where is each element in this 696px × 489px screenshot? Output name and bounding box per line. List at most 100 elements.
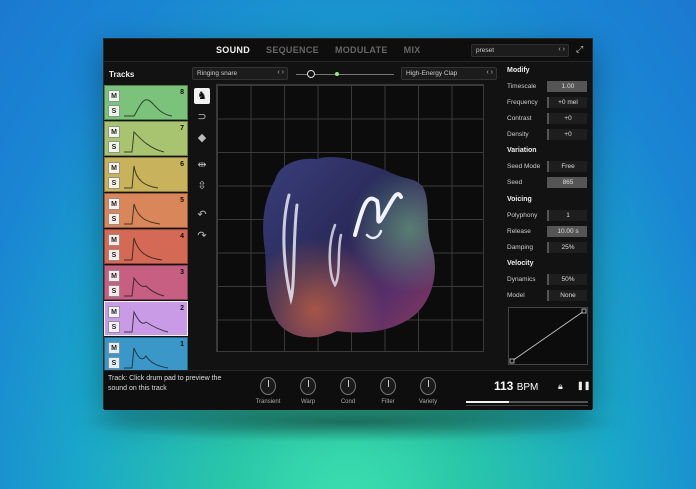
track-number: 7 [180,125,184,132]
left-sound-select[interactable]: Ringing snare ‹ › [192,67,288,80]
track-number: 3 [180,269,184,276]
param-value[interactable]: Free [547,161,587,172]
knob-filter[interactable] [380,377,396,395]
solo-button[interactable]: S [108,357,120,369]
tab-sound[interactable]: SOUND [216,45,250,55]
morph-slider-handle[interactable] [306,70,315,78]
mute-button[interactable]: M [108,306,120,318]
tab-sequence[interactable]: SEQUENCE [266,45,319,55]
hint-text: Track: Click drum pad to preview the sou… [108,375,222,392]
track-row[interactable]: MS 4 [104,229,188,264]
sound-canvas[interactable] [216,84,484,352]
track-waveform [124,130,165,153]
solo-button[interactable]: S [108,141,120,153]
knob-label: Variety [418,399,438,405]
right-sound-select[interactable]: High-Energy Clap ‹ › [401,67,497,80]
knob-label: Cond [340,399,356,405]
main-nav: SOUND SEQUENCE MODULATE MIX [216,45,421,55]
solo-button[interactable]: S [108,177,120,189]
brush-icon[interactable]: ♞ [194,88,210,104]
tab-modulate[interactable]: MODULATE [335,45,388,55]
section-voicing: Voicing [507,196,532,203]
param-label: Timescale [507,83,537,90]
preset-label: preset [476,47,495,54]
param-value[interactable]: 1 [547,210,587,221]
param-value[interactable]: 10.00 s [547,226,587,237]
param-value[interactable]: 25% [547,242,587,253]
param-label: Model [507,292,525,299]
track-row[interactable]: MS 3 [104,265,188,300]
param-label: Release [507,228,531,235]
param-value[interactable]: +0 [547,129,587,140]
track-waveform [124,165,159,189]
right-sound-label: High-Energy Clap [406,70,458,77]
param-label: Density [507,131,529,138]
knob-warp[interactable] [300,377,316,395]
track-row[interactable]: MS 2 [104,301,188,336]
track-row[interactable]: MS 8 [104,85,188,120]
param-value[interactable]: 50% [547,274,587,285]
preset-arrows-icon[interactable]: ‹ › [558,46,565,53]
mute-button[interactable]: M [108,90,120,102]
expand-icon[interactable]: ⤢ [576,44,583,55]
flip-vertical-icon[interactable]: ⇳ [194,178,210,194]
param-label: Damping [507,244,534,251]
section-variation: Variation [507,147,537,154]
left-sound-label: Ringing snare [197,70,238,77]
track-row[interactable]: MS 6 [104,157,188,192]
mute-button[interactable]: M [108,198,120,210]
sound-shape [263,157,435,338]
flip-horizontal-icon[interactable]: ⇹ [194,157,210,173]
pause-icon[interactable]: ❚❚ [577,381,590,390]
left-sound-arrows-icon[interactable]: ‹ › [277,69,284,76]
mute-button[interactable]: M [108,234,120,246]
param-label: Polyphony [507,212,538,219]
param-label: Seed [507,179,523,186]
track-waveform [124,310,169,333]
track-row[interactable]: MS 7 [104,121,188,156]
velocity-curve[interactable] [508,307,588,365]
playback-progress-fill [466,401,509,403]
track-waveform [124,276,165,297]
track-number: 6 [180,161,184,168]
solo-button[interactable]: S [108,249,120,261]
playback-progress-secondary [466,405,588,406]
param-value[interactable]: +0 [547,113,587,124]
app-window: SOUND SEQUENCE MODULATE MIX preset ‹ › ⤢… [103,38,593,410]
solo-button[interactable]: S [108,213,120,225]
param-value[interactable]: 865 [547,177,587,188]
knob-cond[interactable] [340,377,356,395]
knob-variety[interactable] [420,377,436,395]
param-value[interactable]: 1.00 [547,81,587,92]
knob-transient[interactable] [260,377,276,395]
track-waveform [124,347,169,369]
mute-button[interactable]: M [108,342,120,354]
track-number: 1 [180,341,184,348]
tab-mix[interactable]: MIX [404,45,421,55]
track-row[interactable]: MS 1 [104,337,188,372]
preset-selector[interactable]: preset ‹ › [471,44,569,57]
track-waveform [124,237,163,261]
lock-icon[interactable]: 🔒︎ [558,381,563,392]
magnet-icon[interactable]: ⊃ [194,109,210,125]
track-number: 5 [180,197,184,204]
velocity-curve-graph [509,308,587,364]
undo-icon[interactable]: ↶ [194,207,210,223]
solo-button[interactable]: S [108,285,120,297]
mute-button[interactable]: M [108,162,120,174]
track-number: 4 [180,233,184,240]
track-waveform [124,203,161,225]
track-row[interactable]: MS 5 [104,193,188,228]
tracks-title: Tracks [109,70,135,79]
right-sound-arrows-icon[interactable]: ‹ › [486,69,493,76]
solo-button[interactable]: S [108,321,120,333]
mute-button[interactable]: M [108,126,120,138]
param-value[interactable]: +0 mel [547,97,587,108]
mute-button[interactable]: M [108,270,120,282]
bpm-display[interactable]: 113 BPM [494,379,538,393]
solo-button[interactable]: S [108,105,120,117]
param-value[interactable]: None [547,290,587,301]
eraser-icon[interactable]: ◆ [194,130,210,146]
param-label: Contrast [507,115,532,122]
redo-icon[interactable]: ↷ [194,228,210,244]
